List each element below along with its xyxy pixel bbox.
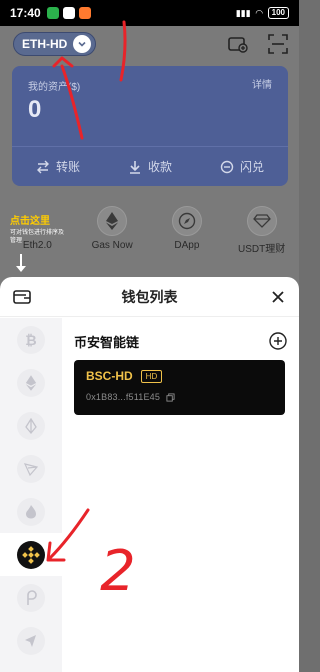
copy-icon[interactable]	[166, 392, 175, 402]
add-card-icon[interactable]	[227, 33, 249, 55]
receive-button[interactable]: 收款	[128, 158, 172, 175]
binance-icon	[17, 540, 45, 569]
hint-text: 可对钱包进行排序及管理	[10, 230, 65, 244]
quick-link-label: USDT理财	[238, 244, 286, 255]
chain-item-more[interactable]	[0, 619, 62, 662]
compass-icon	[171, 206, 202, 236]
ethereum-icon	[97, 206, 128, 236]
sheet-title: 钱包列表	[121, 288, 178, 305]
chain-header: 币安智能链	[74, 328, 287, 354]
bitcoin-icon: ₿	[17, 325, 45, 354]
signal-icon: ▮▮▮	[235, 7, 251, 18]
status-time: 17:40	[10, 6, 41, 20]
ethereum-icon	[17, 368, 45, 397]
swap-button[interactable]: 闪兑	[220, 158, 264, 175]
receive-label: 收款	[147, 160, 172, 174]
sheet-header: 钱包列表	[0, 277, 299, 317]
wallet-list-sheet: 钱包列表 ₿ 币安智能链 BSC-HD HD 0x1B83...f511E45	[0, 277, 299, 672]
transfer-icon	[36, 160, 49, 173]
chain-item-polkadot[interactable]	[0, 576, 62, 619]
wallet-switcher-button[interactable]: ETH-HD	[13, 32, 97, 56]
tooltip-hint: 点击这里 可对钱包进行排序及管理	[10, 212, 64, 245]
transfer-label: 转账	[55, 160, 80, 174]
nav-arrow-icon	[17, 626, 45, 655]
notification-icon	[78, 7, 91, 19]
close-icon[interactable]	[268, 287, 288, 307]
asset-value: 0	[28, 96, 42, 123]
receive-icon	[129, 160, 140, 174]
chevron-down-icon	[73, 35, 92, 53]
quick-link-usdt[interactable]: USDT理财	[227, 206, 297, 255]
svg-text:₿: ₿	[25, 332, 36, 348]
asset-card: 我的资产($) 详情 0 转账 收款 闪兑	[12, 66, 288, 186]
chain-item-bitcoin[interactable]: ₿	[0, 318, 62, 361]
wallet-manage-icon[interactable]	[12, 287, 32, 307]
quick-link-label: Gas Now	[91, 240, 133, 251]
chain-item-eos[interactable]	[0, 404, 62, 447]
wifi-icon: ◠	[255, 7, 263, 18]
transfer-button[interactable]: 转账	[36, 158, 80, 175]
flame-icon	[17, 497, 45, 526]
chain-name: 币安智能链	[74, 334, 140, 350]
asset-title: 我的资产($)	[28, 82, 81, 93]
wallet-address: 0x1B83...f511E45	[86, 392, 161, 402]
tron-icon	[17, 454, 45, 483]
polkadot-icon	[17, 583, 45, 612]
asset-detail-link[interactable]: 详情	[252, 76, 272, 91]
wallet-name: BSC-HD	[86, 369, 133, 383]
diamond-icon	[246, 206, 277, 236]
chain-item-flame[interactable]	[0, 490, 62, 533]
scan-icon[interactable]	[267, 33, 289, 55]
wallet-address-row: 0x1B83...f511E45	[86, 392, 273, 402]
status-bar: 17:40 ▮▮▮ ◠ 100	[0, 0, 299, 26]
background-app: 17:40 ▮▮▮ ◠ 100 ETH-HD 我的资产($) 详情 0 转账 收…	[0, 0, 299, 290]
chain-item-tron[interactable]	[0, 447, 62, 490]
hint-title: 点击这里	[10, 216, 50, 227]
battery-icon: 100	[267, 7, 289, 19]
asset-actions: 转账 收款 闪兑	[12, 146, 288, 186]
quick-link-gas-now[interactable]: Gas Now	[77, 206, 147, 255]
header-actions	[227, 33, 289, 55]
app-icon	[62, 7, 75, 19]
wechat-icon	[46, 7, 59, 19]
hint-arrow-head	[16, 266, 26, 272]
wallet-card-bsc-hd[interactable]: BSC-HD HD 0x1B83...f511E45	[74, 360, 285, 415]
chain-wallets: 币安智能链 BSC-HD HD 0x1B83...f511E45	[62, 318, 299, 672]
chain-item-ethereum[interactable]	[0, 361, 62, 404]
eos-icon	[17, 411, 45, 440]
wallet-title-row: BSC-HD HD	[86, 369, 273, 383]
quick-link-label: DApp	[174, 240, 200, 251]
chain-item-binance[interactable]	[0, 533, 62, 576]
chain-sidebar: ₿	[0, 318, 62, 672]
add-wallet-icon[interactable]	[269, 332, 287, 350]
status-right: ▮▮▮ ◠ 100	[236, 7, 289, 19]
wallet-chip-label: ETH-HD	[22, 37, 68, 51]
swap-label: 闪兑	[239, 160, 264, 174]
hd-badge: HD	[140, 369, 163, 383]
sheet-body: ₿ 币安智能链 BSC-HD HD 0x1B83...f511E45	[0, 318, 299, 672]
quick-link-dapp[interactable]: DApp	[152, 206, 222, 255]
swap-icon	[220, 160, 234, 173]
